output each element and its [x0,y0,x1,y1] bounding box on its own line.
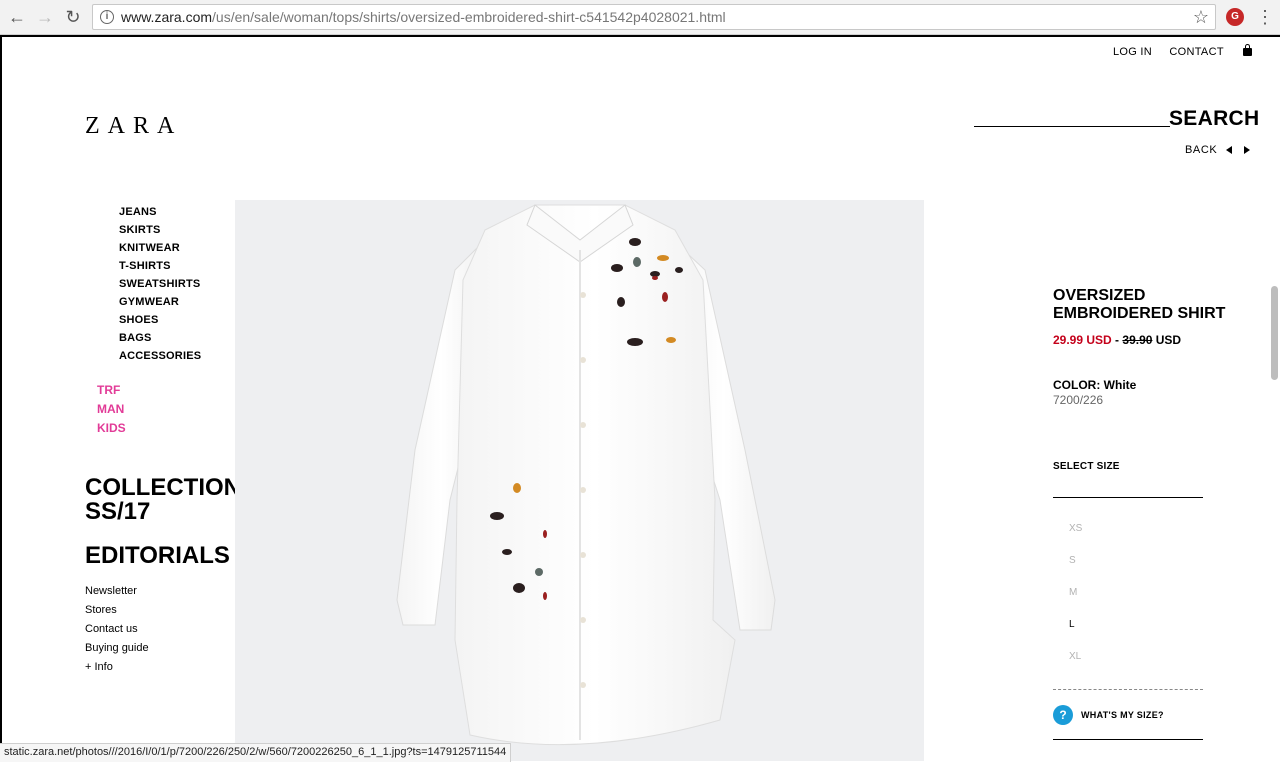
next-arrow-icon[interactable] [1244,146,1250,154]
page-frame-left [0,35,2,761]
product-image[interactable] [235,200,924,761]
shirt-illustration [396,204,776,746]
price-row: 29.99 USD - 39.90 USD [1053,333,1181,347]
back-link[interactable]: BACK [1185,144,1217,156]
url-text[interactable]: www.zara.com/us/en/sale/woman/tops/shirt… [121,9,726,25]
info-link[interactable]: + Info [85,660,149,679]
size-dashed-divider [1053,689,1203,690]
size-option-l[interactable]: L [1069,618,1082,650]
scrollbar-thumb[interactable] [1271,286,1278,380]
shopping-bag-icon[interactable] [1243,44,1252,56]
select-size-label: SELECT SIZE [1053,461,1120,472]
zara-logo[interactable]: ZARA [85,113,182,140]
menu-item-accessories[interactable]: ACCESSORIES [119,349,201,367]
search-input[interactable] [974,126,1170,127]
browser-toolbar: ← → ↻ i www.zara.com/us/en/sale/woman/to… [0,0,1280,35]
color-value: White [1103,378,1137,392]
size-list: XS S M L XL [1069,522,1082,682]
whats-my-size-link[interactable]: WHAT'S MY SIZE? [1081,710,1164,720]
login-link[interactable]: LOG IN [1113,46,1152,58]
collection-link[interactable]: COLLECTION SS/17 [85,476,241,524]
menu-item-t-shirts[interactable]: T-SHIRTS [119,259,201,277]
status-bar-url: static.zara.net/photos///2016/I/0/1/p/72… [0,743,512,762]
product-reference: 7200/226 [1053,393,1104,407]
bookmark-star-icon[interactable]: ☆ [1193,7,1209,27]
address-bar[interactable]: i www.zara.com/us/en/sale/woman/tops/shi… [92,4,1216,30]
footer-links: Newsletter Stores Contact us Buying guid… [85,584,149,679]
color-row: COLOR: White [1053,378,1136,392]
size-option-m[interactable]: M [1069,586,1082,618]
browser-menu-icon[interactable]: ⋮ [1256,6,1274,28]
forward-arrow-icon[interactable]: → [34,6,56,28]
collection-season: SS/17 [85,498,151,525]
buying-guide-link[interactable]: Buying guide [85,641,149,660]
contact-us-link[interactable]: Contact us [85,622,149,641]
scrollbar-track[interactable] [1270,37,1280,761]
color-label: COLOR: [1053,378,1101,392]
price-separator: - [1115,333,1120,347]
back-arrow-icon[interactable]: ← [6,6,28,28]
menu-item-skirts[interactable]: SKIRTS [119,223,201,241]
stores-link[interactable]: Stores [85,603,149,622]
extension-icon[interactable]: G [1226,8,1244,26]
top-links: LOG IN CONTACT [1099,44,1252,58]
newsletter-link[interactable]: Newsletter [85,584,149,603]
original-currency: USD [1155,333,1182,347]
editorials-link[interactable]: EDITORIALS [85,542,230,570]
section-man[interactable]: MAN [97,402,126,421]
info-icon[interactable]: i [100,10,114,24]
previous-arrow-icon[interactable] [1226,146,1232,154]
url-path: /us/en/sale/woman/tops/shirts/oversized-… [212,9,726,25]
size-option-s[interactable]: S [1069,554,1082,586]
contact-link[interactable]: CONTACT [1169,46,1223,58]
menu-item-bags[interactable]: BAGS [119,331,201,349]
size-divider [1053,497,1203,498]
url-host: www.zara.com [121,9,213,25]
category-menu: JEANS SKIRTS KNITWEAR T-SHIRTS SWEATSHIR… [119,205,201,367]
menu-item-sweatshirts[interactable]: SWEATSHIRTS [119,277,201,295]
search-button[interactable]: SEARCH [1169,107,1259,131]
question-icon[interactable]: ? [1053,705,1073,725]
bottom-divider [1053,739,1203,740]
menu-item-jeans[interactable]: JEANS [119,205,201,223]
size-option-xs[interactable]: XS [1069,522,1082,554]
section-trf[interactable]: TRF [97,383,126,402]
reload-icon[interactable]: ↻ [62,6,84,28]
menu-item-shoes[interactable]: SHOES [119,313,201,331]
section-menu: TRF MAN KIDS [97,383,126,440]
section-kids[interactable]: KIDS [97,421,126,440]
size-option-xl[interactable]: XL [1069,650,1082,682]
collection-title: COLLECTION [85,474,241,501]
sale-price: 29.99 USD [1053,333,1112,347]
original-price: 39.90 [1122,333,1153,347]
menu-item-knitwear[interactable]: KNITWEAR [119,241,201,259]
menu-item-gymwear[interactable]: GYMWEAR [119,295,201,313]
product-title: OVERSIZED EMBROIDERED SHIRT [1053,287,1226,322]
